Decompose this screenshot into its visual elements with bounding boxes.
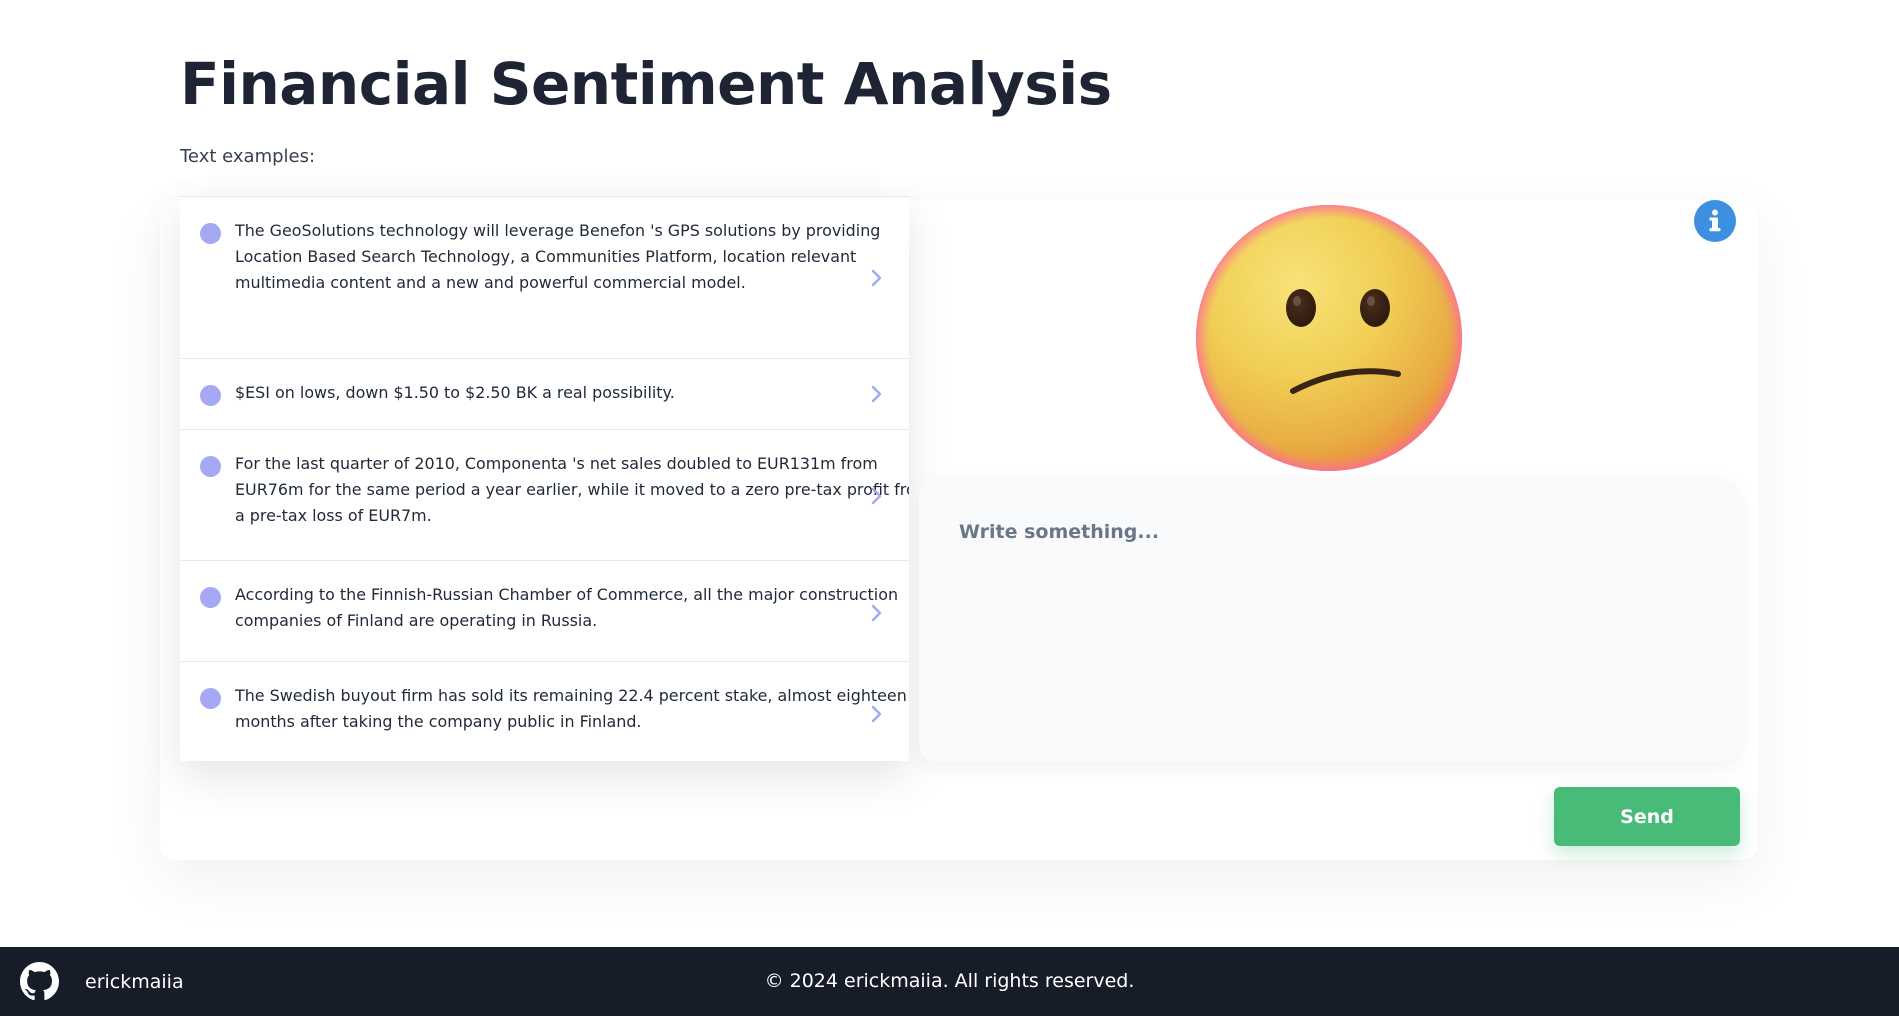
chevron-right-icon <box>871 487 882 505</box>
examples-label: Text examples: <box>180 146 316 167</box>
example-text: $ESI on lows, down $1.50 to $2.50 BK a r… <box>235 384 675 403</box>
info-icon <box>1709 209 1721 232</box>
example-item-5[interactable]: The Swedish buyout firm has sold its rem… <box>180 662 909 761</box>
send-button[interactable]: Send <box>1554 787 1740 846</box>
examples-list: The GeoSolutions technology will leverag… <box>180 196 909 761</box>
example-text: For the last quarter of 2010, Componenta… <box>235 455 909 526</box>
example-item-4[interactable]: According to the Finnish-Russian Chamber… <box>180 561 909 662</box>
confused-face-icon <box>1196 205 1462 471</box>
bullet-dot-icon <box>200 688 221 709</box>
chevron-right-icon <box>871 385 882 403</box>
message-input[interactable] <box>919 479 1740 762</box>
bullet-dot-icon <box>200 385 221 406</box>
chevron-right-icon <box>871 705 882 723</box>
chevron-right-icon <box>871 269 882 287</box>
example-text: The GeoSolutions technology will leverag… <box>235 222 881 293</box>
footer: erickmaiia © 2024 erickmaiia. All rights… <box>0 947 1899 1016</box>
bullet-dot-icon <box>200 456 221 477</box>
page-title: Financial Sentiment Analysis <box>180 50 1112 118</box>
example-text: The Swedish buyout firm has sold its rem… <box>235 687 907 732</box>
message-input-card <box>919 479 1740 762</box>
example-item-3[interactable]: For the last quarter of 2010, Componenta… <box>180 430 909 561</box>
example-item-2[interactable]: $ESI on lows, down $1.50 to $2.50 BK a r… <box>180 359 909 430</box>
example-item-1[interactable]: The GeoSolutions technology will leverag… <box>180 197 909 359</box>
bullet-dot-icon <box>200 223 221 244</box>
info-button[interactable] <box>1694 200 1736 242</box>
example-text: According to the Finnish-Russian Chamber… <box>235 586 899 631</box>
bullet-dot-icon <box>200 587 221 608</box>
copyright-text: © 2024 erickmaiia. All rights reserved. <box>764 970 1135 992</box>
chevron-right-icon <box>871 604 882 622</box>
